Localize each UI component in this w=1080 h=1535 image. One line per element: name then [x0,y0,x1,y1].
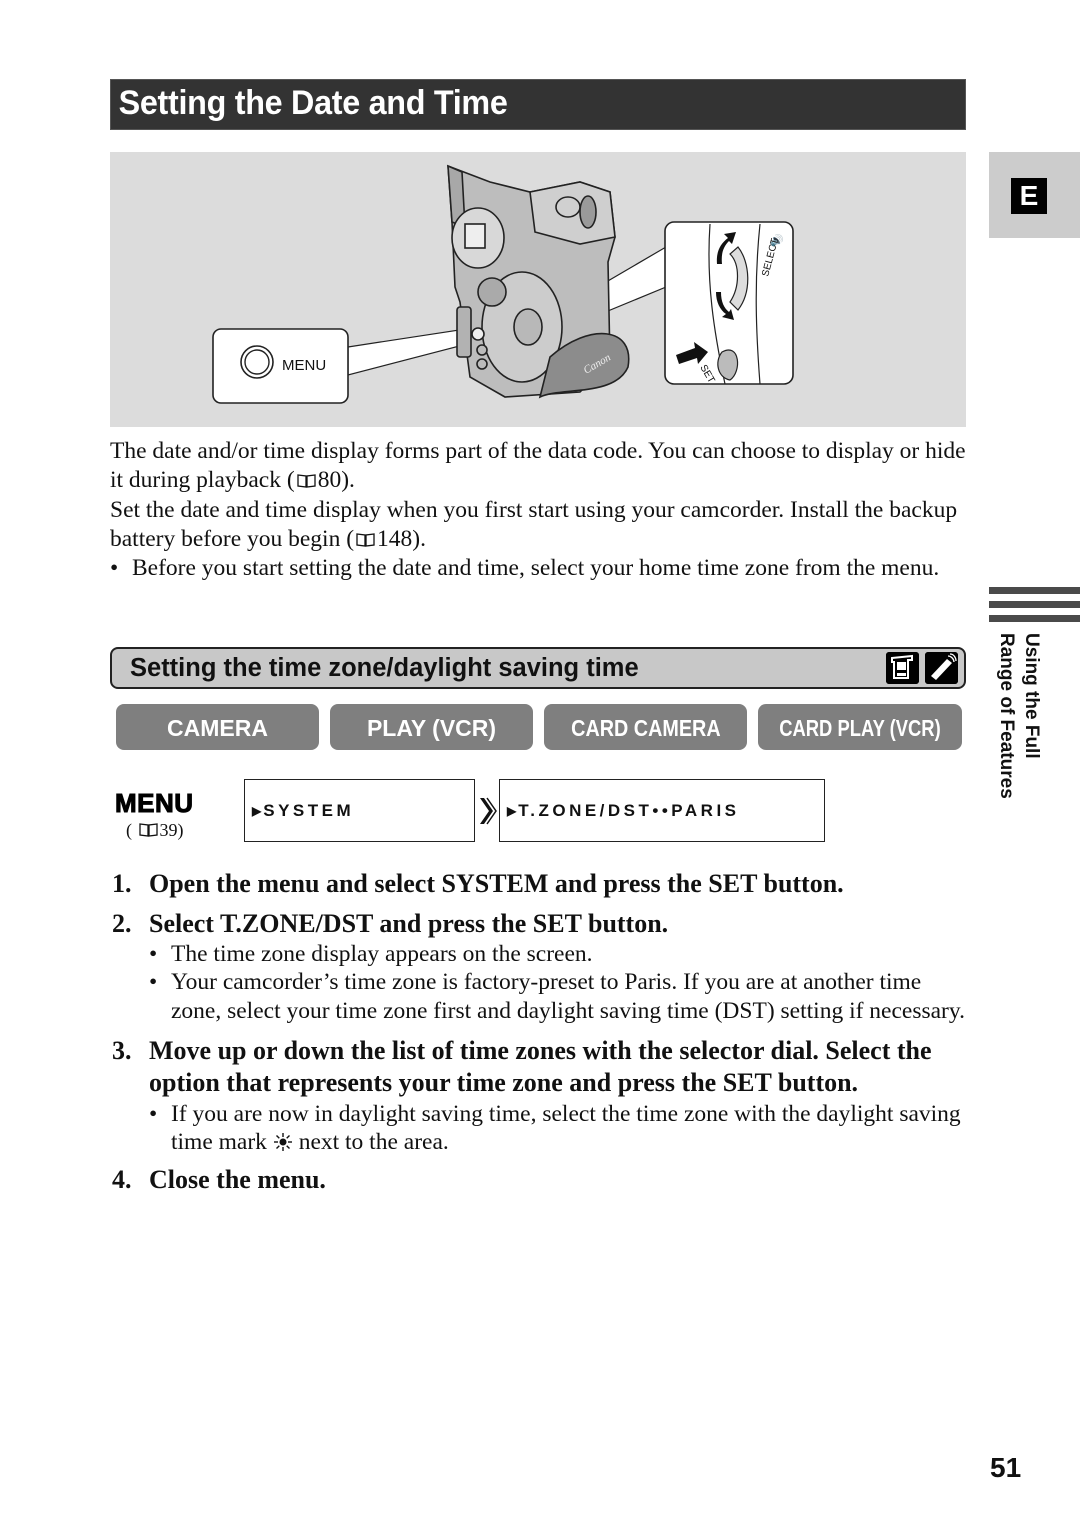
page-title: Setting the Date and Time [118,84,508,122]
menu-step-system: ▶ SYSTEM [244,779,475,842]
chapter-label: Using the Full Range of Features [988,633,1048,803]
divider [989,587,1080,594]
section-icons [886,652,958,684]
section-header: Setting the time zone/daylight saving ti… [110,647,966,689]
menu-reference: ( 39) [126,820,184,840]
intro-paragraph-2: Set the date and time display when you f… [110,496,958,552]
pointer-triangle-icon: ▶ [252,804,262,818]
mode-card-camera[interactable]: CARD CAMERA [544,704,747,750]
language-tab-label: E [1011,178,1047,214]
camcorder-icon [886,652,919,684]
step-2-bullet: • Your camcorder’s time zone is factory-… [149,969,965,1024]
page-title-bar: Setting the Date and Time [110,79,966,130]
divider [989,601,1080,608]
reference-link[interactable]: 148 [377,526,412,552]
step-4: 4. Close the menu. [112,1165,326,1195]
section-title: Setting the time zone/daylight saving ti… [130,654,639,682]
book-reference-icon [356,533,375,547]
language-tab: E [989,152,1080,238]
intro-bullet: • Before you start setting the date and … [110,555,940,582]
intro-text: The date and/or time display forms part … [110,437,970,583]
steps-list: 1. Open the menu and select SYSTEM and p… [112,868,972,1197]
step-3: 3. Move up or down the list of time zone… [112,1035,932,1098]
reference-link[interactable]: 80 [318,467,342,493]
double-chevron-right-icon [480,797,497,825]
remote-control-icon [925,652,958,684]
camcorder-body-icon: Canon [447,164,630,399]
daylight-saving-sun-icon [273,1133,292,1152]
book-reference-icon [297,474,316,489]
camcorder-drawing: Canon MENU 🔊 SELECT SET [212,164,794,404]
menu-button-callout: MENU [212,328,349,404]
pointer-triangle-icon: ▶ [507,804,517,818]
step-1: 1. Open the menu and select SYSTEM and p… [112,869,844,898]
intro-paragraph-1: The date and/or time display forms part … [110,438,966,494]
divider [989,615,1080,622]
chapter-label-line-2: Range of Features [996,633,1017,799]
menu-callout-label: MENU [282,357,326,374]
mode-card-play-vcr[interactable]: CARD PLAY (VCR) [758,704,962,750]
mode-camera[interactable]: CAMERA [116,704,319,750]
step-2-bullet: • The time zone display appears on the s… [149,941,593,967]
chapter-label-line-1: Using the Full [1021,633,1042,759]
menu-step-tzone: ▶ T.ZONE/DST••PARIS [499,779,825,842]
camcorder-illustration: Canon MENU 🔊 SELECT SET [110,152,966,427]
menu-label: MENU [115,788,194,819]
page-number: 51 [990,1452,1022,1483]
section-marker-lines [989,587,1080,629]
book-reference-icon [138,823,158,837]
mode-play-vcr[interactable]: PLAY (VCR) [330,704,533,750]
menu-callout-beam [347,327,476,376]
step-2: 2. Select T.ZONE/DST and press the SET b… [112,908,669,938]
selector-dial-callout: 🔊 SELECT SET [664,221,794,385]
mode-selector: CAMERA PLAY (VCR) CARD CAMERA CARD PLAY … [116,704,962,750]
step-3-bullet: • If you are now in daylight saving time… [149,1100,961,1156]
reference-link[interactable]: 39 [160,820,178,840]
